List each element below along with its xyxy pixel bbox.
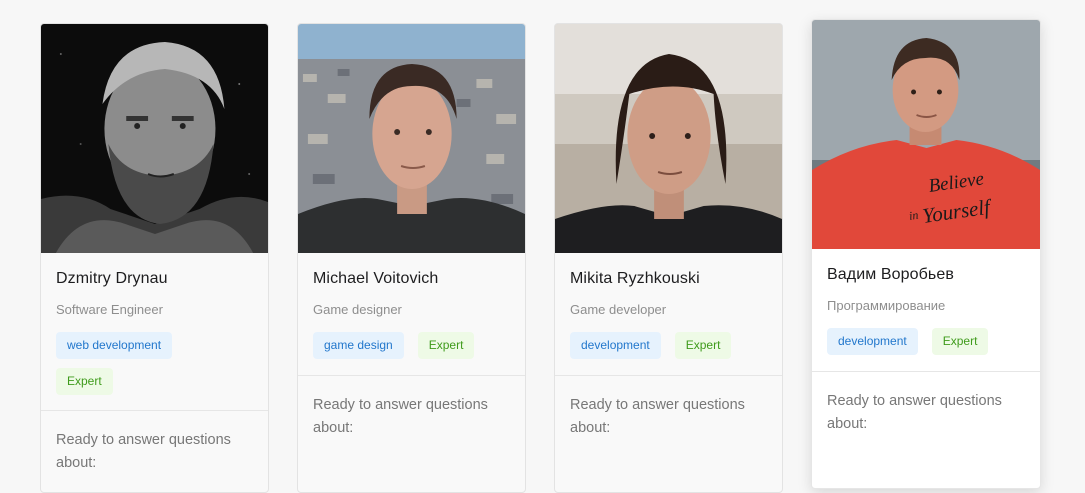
mentor-photo — [555, 24, 782, 253]
mentor-name: Dzmitry Drynau — [56, 270, 168, 287]
mentor-name: Michael Voitovich — [313, 270, 439, 287]
mentor-card-dzmitry-drynau[interactable]: Dzmitry Drynau Software Engineer web dev… — [40, 23, 269, 493]
mentor-about: Ready to answer questions about: — [827, 393, 1002, 432]
mentor-role: Game designer — [313, 302, 402, 317]
mentor-role: Software Engineer — [56, 302, 163, 317]
topic-tag[interactable]: web development — [56, 332, 173, 359]
mentor-name: Вадим Воробьев — [827, 266, 954, 283]
mentor-photo: Believe in Yourself — [812, 20, 1040, 249]
mentor-card-vadim-vorobyev[interactable]: Believe in Yourself Вадим Воробьев Прогр… — [811, 19, 1041, 489]
mentor-role: Game developer — [570, 302, 667, 317]
mentor-about: Ready to answer questions about: — [570, 397, 745, 436]
mentor-about: Ready to answer questions about: — [313, 397, 488, 436]
mentor-about: Ready to answer questions about: — [56, 432, 231, 471]
mentor-card-mikita-ryzhkouski[interactable]: Mikita Ryzhkouski Game developer develop… — [554, 23, 783, 493]
mentor-photo — [298, 24, 525, 253]
shirt-text-line2: in — [908, 208, 919, 223]
mentor-role: Программирование — [827, 298, 946, 313]
level-tag: Expert — [56, 368, 113, 395]
topic-tag[interactable]: game design — [313, 332, 404, 359]
level-tag: Expert — [674, 332, 732, 359]
mentor-name: Mikita Ryzhkouski — [570, 270, 700, 287]
mentor-photo — [41, 24, 268, 253]
mentor-card-michael-voitovich[interactable]: Michael Voitovich Game designer game des… — [297, 23, 526, 493]
topic-tag[interactable]: development — [827, 328, 918, 355]
level-tag: Expert — [417, 332, 475, 359]
topic-tag[interactable]: development — [570, 332, 661, 359]
level-tag: Expert — [931, 328, 989, 355]
